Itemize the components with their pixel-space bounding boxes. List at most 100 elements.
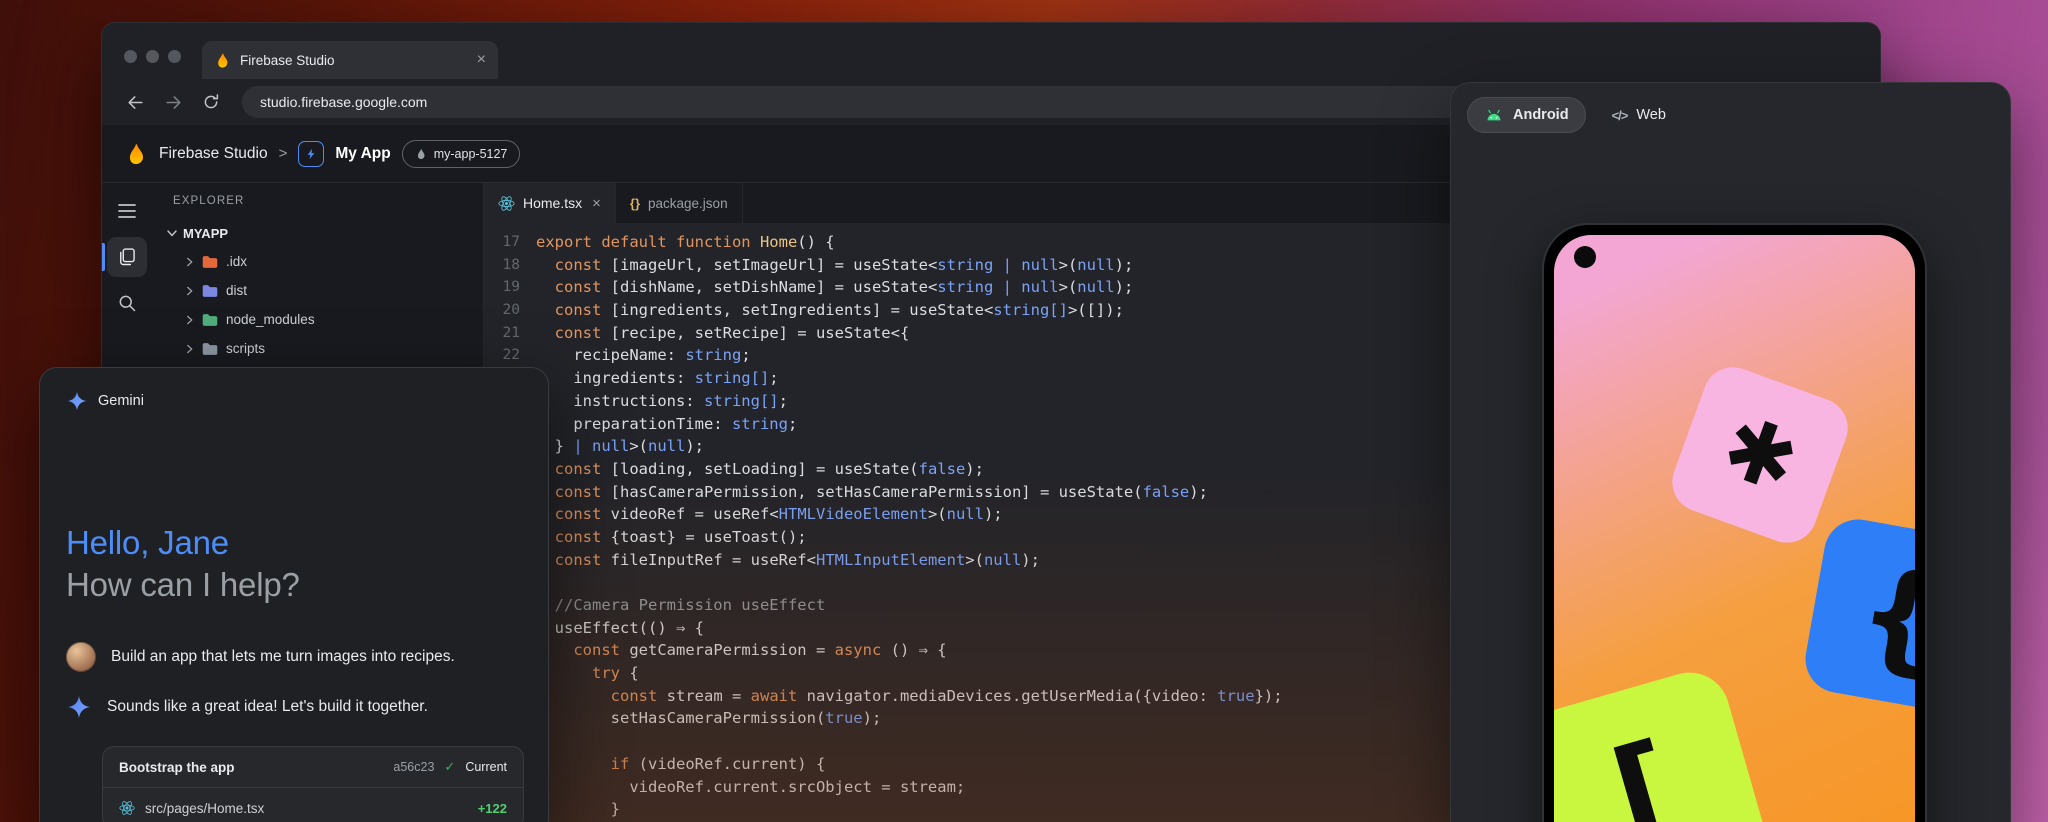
editor-tab-label: Home.tsx: [523, 195, 582, 211]
brace-glyph: {: [1850, 550, 1915, 681]
project-id-badge[interactable]: my-app-5127: [402, 140, 521, 168]
gemini-title: Gemini: [98, 393, 144, 409]
line-number: 19: [484, 276, 520, 299]
bracket-glyph: [: [1601, 726, 1690, 822]
browser-tab[interactable]: Firebase Studio ×: [202, 41, 498, 79]
gemini-message-text: Sounds like a great idea! Let's build it…: [107, 698, 428, 716]
tree-item-label: dist: [226, 283, 247, 298]
task-card[interactable]: Bootstrap the app a56c23 ✓ Current src/p…: [102, 746, 524, 822]
phone-mockup: ✱ { [: [1542, 223, 1927, 822]
reload-icon: [202, 93, 220, 111]
user-message-text: Build an app that lets me turn images in…: [111, 648, 455, 666]
menu-button[interactable]: [107, 191, 147, 231]
camera-punch-hole: [1574, 246, 1596, 268]
code-brackets-icon: </>: [1612, 108, 1628, 123]
chevron-down-icon: [167, 228, 177, 238]
tree-root-myapp[interactable]: MYAPP: [151, 219, 483, 247]
line-number: 17: [484, 231, 520, 254]
brand-title: Firebase Studio: [159, 145, 268, 163]
folder-icon: [202, 255, 218, 269]
folder-icon: [202, 313, 218, 327]
line-number: 21: [484, 322, 520, 345]
android-toggle-label: Android: [1513, 107, 1569, 123]
active-view-indicator: [102, 243, 105, 271]
chevron-right-icon: [185, 286, 194, 296]
tree-item-dist[interactable]: dist: [151, 276, 483, 305]
line-number: 18: [484, 254, 520, 277]
tab-close-icon[interactable]: ×: [477, 52, 486, 68]
chevron-right-icon: [185, 344, 194, 354]
preview-tile-brace: {: [1800, 514, 1915, 717]
editor-tab-close-icon[interactable]: ×: [592, 195, 601, 212]
editor-tab-home[interactable]: Home.tsx ×: [484, 183, 616, 223]
firebase-favicon-icon: [214, 52, 231, 69]
task-title: Bootstrap the app: [119, 760, 383, 775]
file-path: src/pages/Home.tsx: [145, 801, 468, 816]
chevron-right-icon: [185, 315, 194, 325]
chevron-right-icon: [185, 257, 194, 267]
editor-tab-package[interactable]: {} package.json: [616, 183, 743, 223]
forward-icon: [164, 93, 183, 112]
tree-item-label: .idx: [226, 254, 247, 269]
files-icon: [117, 247, 137, 267]
greeting-line-2: How can I help?: [66, 564, 522, 606]
android-toggle[interactable]: Android: [1467, 97, 1586, 133]
tree-item-label: node_modules: [226, 312, 315, 327]
explorer-button[interactable]: [107, 237, 147, 277]
tree-root-label: MYAPP: [183, 226, 228, 241]
browser-titlebar: Firebase Studio ×: [102, 23, 1880, 79]
browser-tab-title: Firebase Studio: [240, 53, 468, 68]
gemini-greeting: Hello, Jane How can I help?: [66, 522, 522, 606]
tree-item-idx[interactable]: .idx: [151, 247, 483, 276]
forward-button[interactable]: [156, 85, 190, 119]
check-icon: ✓: [444, 759, 455, 775]
user-message: Build an app that lets me turn images in…: [66, 642, 522, 672]
tree-item-scripts[interactable]: scripts: [151, 334, 483, 363]
task-card-header: Bootstrap the app a56c23 ✓ Current: [103, 747, 523, 787]
project-app-icon[interactable]: [298, 141, 324, 167]
changed-file-row[interactable]: src/pages/Home.tsx +122: [103, 788, 523, 822]
spark-icon: [304, 147, 318, 161]
hamburger-icon: [118, 204, 136, 218]
gemini-header: Gemini: [66, 368, 522, 412]
preview-tile-asterisk: ✱: [1664, 359, 1856, 551]
project-name[interactable]: My App: [335, 145, 390, 163]
status-badge: Current: [465, 760, 507, 774]
web-toggle-label: Web: [1636, 107, 1666, 123]
greeting-line-1: Hello, Jane: [66, 522, 522, 564]
web-toggle[interactable]: </> Web: [1596, 97, 1682, 133]
gemini-icon: [66, 390, 88, 412]
line-number: 20: [484, 299, 520, 322]
editor-tab-label: package.json: [648, 196, 728, 211]
react-icon: [498, 195, 515, 212]
gemini-sparkle-icon: [66, 694, 92, 720]
project-id-text: my-app-5127: [434, 147, 508, 161]
window-close-button[interactable]: [124, 50, 137, 63]
file-tree: MYAPP .idx dist node_modulesscripts: [151, 219, 483, 363]
preview-panel: Android </> Web ✱ { [: [1450, 82, 2011, 822]
gemini-message: Sounds like a great idea! Let's build it…: [66, 694, 522, 720]
breadcrumb-separator: >: [279, 145, 288, 162]
preview-toggles: Android </> Web: [1451, 83, 2010, 133]
back-button[interactable]: [118, 85, 152, 119]
folder-icon: [202, 342, 218, 356]
json-braces-icon: {}: [630, 196, 640, 211]
diff-added-count: +122: [478, 801, 507, 816]
folder-icon: [202, 284, 218, 298]
tree-item-label: scripts: [226, 341, 265, 356]
explorer-title: EXPLORER: [151, 195, 483, 207]
url-text: studio.firebase.google.com: [260, 94, 427, 110]
app-preview-screen[interactable]: ✱ { [: [1554, 235, 1915, 822]
window-minimize-button[interactable]: [146, 50, 159, 63]
commit-hash: a56c23: [393, 760, 434, 774]
search-button[interactable]: [107, 283, 147, 323]
tree-item-nodemodules[interactable]: node_modules: [151, 305, 483, 334]
reload-button[interactable]: [194, 85, 228, 119]
preview-tile-bracket: [: [1554, 663, 1775, 822]
user-avatar: [66, 642, 96, 672]
search-icon: [117, 293, 137, 313]
background-gradient: Firebase Studio × s: [0, 0, 2048, 822]
android-icon: [1484, 108, 1504, 122]
line-number: 22: [484, 344, 520, 367]
window-zoom-button[interactable]: [168, 50, 181, 63]
